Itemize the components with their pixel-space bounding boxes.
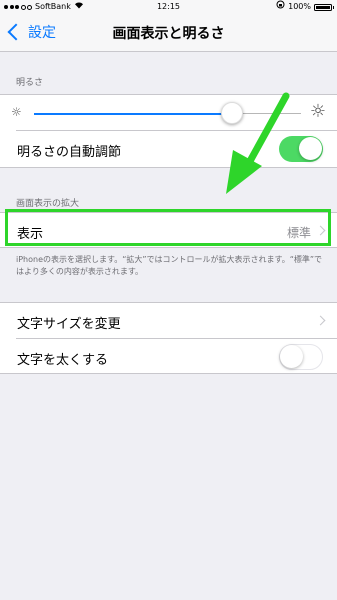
annotation-arrow-icon <box>226 92 290 194</box>
